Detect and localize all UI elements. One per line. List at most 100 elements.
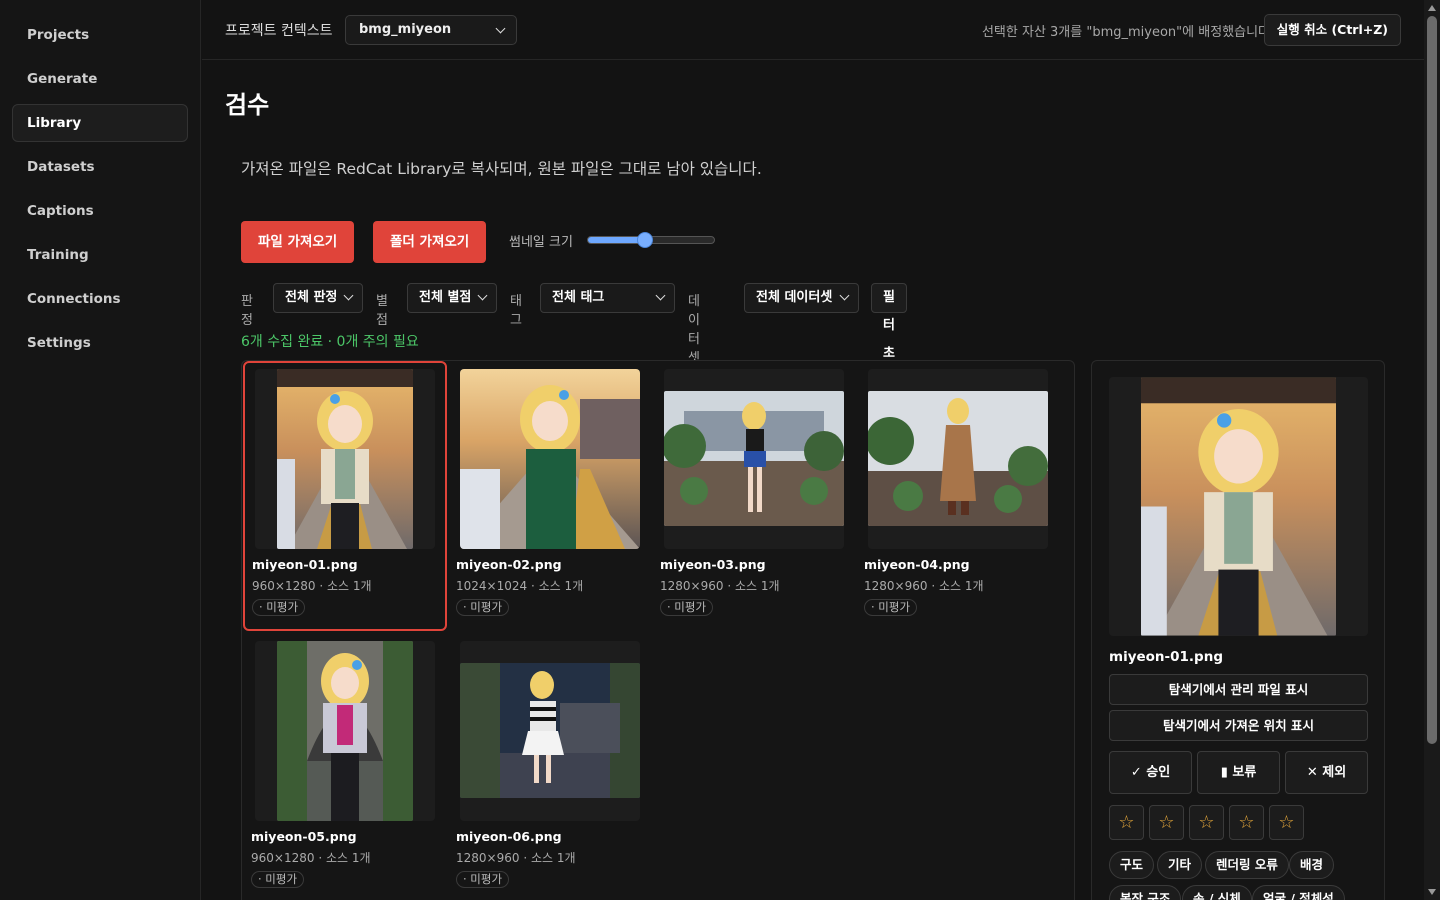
star-rating-5[interactable]: ☆ [1269, 805, 1304, 840]
show-source-location-button[interactable]: 탐색기에서 가져온 위치 표시 [1109, 710, 1368, 741]
project-context-select[interactable]: bmg_miyeon [345, 15, 517, 45]
chevron-down-icon [839, 290, 850, 301]
detail-preview [1109, 377, 1368, 636]
scroll-down-arrow-icon[interactable] [1428, 889, 1436, 895]
verdict-filter-select[interactable]: 전체 판정 [273, 283, 363, 313]
sidebar-item-settings[interactable]: Settings [12, 324, 188, 362]
asset-name: miyeon-06.png [456, 829, 562, 844]
tag-chip[interactable]: 구도 [1109, 851, 1155, 879]
reset-filters-button[interactable]: 필터 초기화 [871, 283, 907, 417]
asset-image [664, 391, 844, 526]
sidebar-item-connections[interactable]: Connections [12, 280, 188, 318]
verdict-filter-label: 판정 [241, 294, 253, 328]
slider-handle[interactable] [636, 232, 653, 248]
status-badge: · 미평가 [864, 599, 918, 616]
sidebar-item-generate[interactable]: Generate [12, 60, 188, 98]
asset-thumbnail [664, 369, 844, 549]
asset-image [868, 391, 1048, 526]
asset-meta: 960×1280 · 소스 1개 [252, 579, 372, 593]
tag-chip[interactable]: 복장 구조 [1109, 885, 1182, 900]
sidebar-item-library[interactable]: Library [12, 104, 188, 142]
star-rating-1[interactable]: ☆ [1109, 805, 1144, 840]
rating-filter-value: 전체 별점 [419, 290, 472, 305]
asset-card[interactable]: miyeon-02.png 1024×1024 · 소스 1개 · 미평가 [448, 362, 652, 632]
rating-filter-select[interactable]: 전체 별점 [407, 283, 497, 313]
import-file-button[interactable]: 파일 가져오기 [241, 221, 355, 263]
exclude-button[interactable]: ✕ 제외 [1285, 751, 1368, 794]
sidebar-item-projects[interactable]: Projects [12, 16, 188, 54]
chevron-down-icon [477, 290, 488, 301]
asset-image [460, 663, 640, 798]
chevron-down-icon [343, 290, 354, 301]
status-badge: · 미평가 [456, 871, 510, 888]
thumbnail-size-slider[interactable] [587, 232, 715, 248]
verdict-filter-value: 전체 판정 [285, 290, 338, 305]
dataset-filter-label: 데이터셋 [688, 294, 700, 366]
chevron-down-icon [495, 23, 506, 34]
tag-filter-select[interactable]: 전체 태그 [540, 283, 675, 313]
thumbnail-size-label: 썸네일 크기 [509, 235, 573, 250]
star-rating-4[interactable]: ☆ [1229, 805, 1264, 840]
asset-name: miyeon-05.png [251, 829, 357, 844]
tag-chip[interactable]: 기타 [1157, 851, 1203, 879]
asset-name: miyeon-04.png [864, 557, 970, 572]
sidebar-item-captions[interactable]: Captions [12, 192, 188, 230]
tag-filter-value: 전체 태그 [552, 290, 605, 305]
tag-chip[interactable]: 배경 [1289, 851, 1335, 879]
main-content: 검수 가져온 파일은 RedCat Library로 복사되며, 원본 파일은 … [202, 61, 1424, 900]
status-badge: · 미평가 [252, 599, 306, 616]
ingest-summary: 6개 수집 완료 · 0개 주의 필요 [241, 334, 419, 350]
scrollbar-thumb[interactable] [1427, 16, 1437, 744]
status-message: 선택한 자산 3개를 "bmg_miyeon"에 배정했습니다 [981, 25, 1270, 40]
asset-meta: 960×1280 · 소스 1개 [251, 851, 371, 865]
intro-text: 가져온 파일은 RedCat Library로 복사되며, 원본 파일은 그대로… [241, 160, 762, 178]
star-rating-3[interactable]: ☆ [1189, 805, 1224, 840]
page-title: 검수 [225, 91, 270, 119]
scroll-up-arrow-icon[interactable] [1428, 5, 1436, 11]
asset-card[interactable]: miyeon-03.png 1280×960 · 소스 1개 · 미평가 [652, 362, 856, 632]
asset-card[interactable]: miyeon-05.png 960×1280 · 소스 1개 · 미평가 [243, 634, 447, 900]
asset-thumbnail [868, 369, 1048, 549]
asset-meta: 1280×960 · 소스 1개 [456, 851, 576, 865]
detail-asset-name: miyeon-01.png [1109, 649, 1223, 665]
project-context-label: 프로젝트 컨텍스트 [225, 23, 333, 39]
sidebar: Projects Generate Library Datasets Capti… [0, 0, 201, 900]
page-scrollbar[interactable] [1424, 0, 1440, 900]
tag-chip[interactable]: 렌더링 오류 [1205, 851, 1289, 879]
asset-image [460, 369, 640, 549]
approve-button[interactable]: ✓ 승인 [1109, 751, 1192, 794]
asset-card[interactable]: miyeon-04.png 1280×960 · 소스 1개 · 미평가 [856, 362, 1060, 632]
import-folder-button[interactable]: 폴더 가져오기 [373, 221, 487, 263]
app-window: Projects Generate Library Datasets Capti… [0, 0, 1440, 900]
detail-image [1141, 377, 1336, 636]
asset-name: miyeon-03.png [660, 557, 766, 572]
asset-card[interactable]: miyeon-01.png 960×1280 · 소스 1개 · 미평가 [243, 361, 447, 631]
asset-thumbnail [255, 641, 435, 821]
dataset-filter-value: 전체 데이터셋 [756, 290, 833, 305]
sidebar-item-datasets[interactable]: Datasets [12, 148, 188, 186]
top-bar: 프로젝트 컨텍스트 bmg_miyeon 선택한 자산 3개를 "bmg_miy… [202, 0, 1424, 60]
asset-detail-panel: miyeon-01.png 탐색기에서 관리 파일 표시 탐색기에서 가져온 위… [1091, 360, 1385, 900]
asset-image [277, 369, 413, 549]
asset-meta: 1024×1024 · 소스 1개 [456, 579, 584, 593]
rating-filter-label: 별점 [376, 294, 388, 328]
project-context-value: bmg_miyeon [359, 22, 452, 37]
asset-meta: 1280×960 · 소스 1개 [660, 579, 780, 593]
asset-thumbnail [460, 641, 640, 821]
asset-name: miyeon-02.png [456, 557, 562, 572]
hold-button[interactable]: ▮ 보류 [1197, 751, 1280, 794]
asset-grid: miyeon-01.png 960×1280 · 소스 1개 · 미평가 miy… [241, 360, 1075, 900]
status-badge: · 미평가 [251, 871, 305, 888]
undo-button[interactable]: 실행 취소 (Ctrl+Z) [1263, 14, 1401, 46]
asset-thumbnail [255, 369, 435, 549]
asset-meta: 1280×960 · 소스 1개 [864, 579, 984, 593]
show-managed-file-button[interactable]: 탐색기에서 관리 파일 표시 [1109, 674, 1368, 705]
asset-card[interactable]: miyeon-06.png 1280×960 · 소스 1개 · 미평가 [448, 634, 652, 900]
asset-image [277, 641, 413, 821]
star-rating-2[interactable]: ☆ [1149, 805, 1184, 840]
dataset-filter-select[interactable]: 전체 데이터셋 [744, 283, 859, 313]
status-badge: · 미평가 [456, 599, 510, 616]
tag-chip[interactable]: 손 / 신체 [1182, 885, 1252, 900]
tag-chip[interactable]: 얼굴 / 정체성 [1252, 885, 1345, 900]
sidebar-item-training[interactable]: Training [12, 236, 188, 274]
